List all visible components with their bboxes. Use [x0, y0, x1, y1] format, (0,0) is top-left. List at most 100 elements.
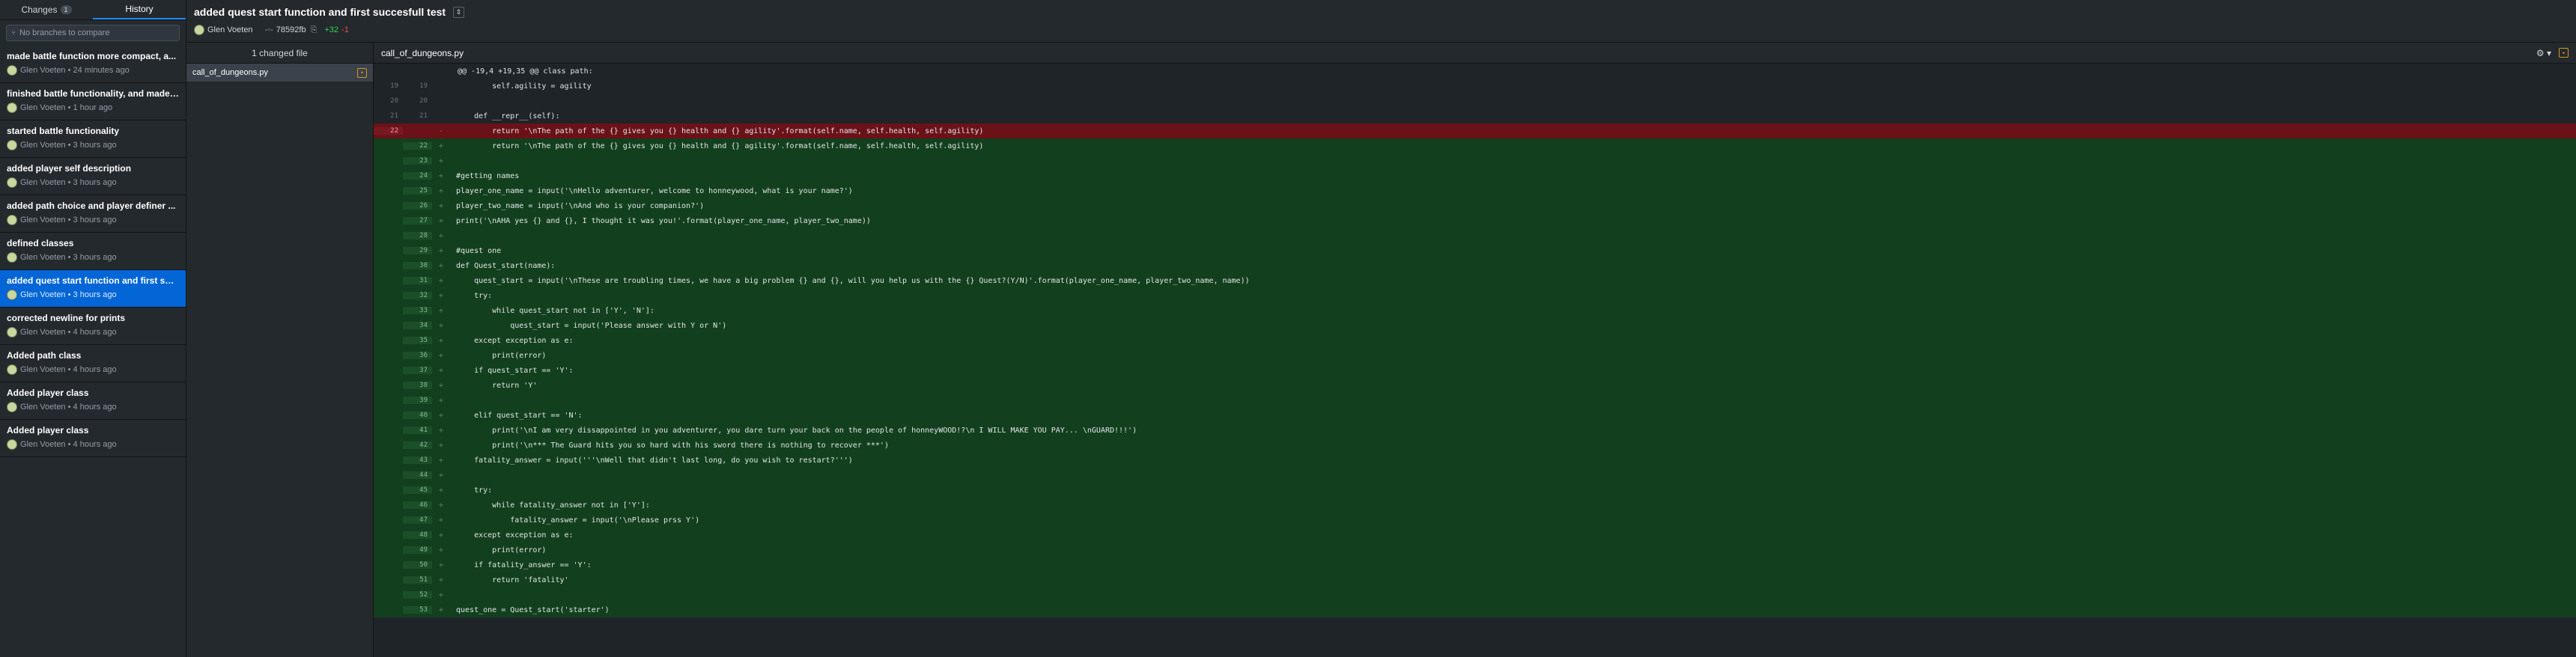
- commit-item-time: 3 hours ago: [73, 290, 117, 299]
- new-line-number: 21: [419, 112, 428, 120]
- new-line-number: 40: [403, 412, 432, 419]
- diff-line[interactable]: 49 + print(error): [374, 543, 2576, 557]
- commit-item-meta: Glen Voeten • 3 hours ago: [7, 290, 179, 300]
- diff-panel: call_of_dungeons.py ⚙ ▾ • @@ -19,4 +19,35…: [374, 43, 2576, 657]
- commit-item-time: 3 hours ago: [73, 253, 117, 262]
- diff-code: print('\nI am very dissappointed in you …: [456, 426, 1137, 435]
- diff-line[interactable]: 32 + try:: [374, 288, 2576, 303]
- commit-list-item[interactable]: Added path class Glen Voeten • 4 hours ag…: [0, 345, 186, 382]
- diff-line[interactable]: 42 + print('\n*** The Guard hits you so h…: [374, 438, 2576, 453]
- new-line-number: 50: [403, 561, 432, 569]
- commit-list-item[interactable]: Added player class Glen Voeten • 4 hours …: [0, 420, 186, 457]
- diff-line[interactable]: 30 + def Quest_start(name):: [374, 258, 2576, 273]
- diff-line[interactable]: 24 + #getting names: [374, 168, 2576, 183]
- diff-line[interactable]: 51 + return 'fatality': [374, 572, 2576, 587]
- diff-code: except exception as e:: [456, 531, 574, 540]
- diff-marker: +: [438, 456, 444, 465]
- tab-history[interactable]: History: [93, 0, 186, 19]
- commit-list-item[interactable]: added path choice and player definer ...…: [0, 195, 186, 233]
- branch-compare-input[interactable]: ⑂ No branches to compare: [6, 25, 180, 41]
- diff-code: def Quest_start(name):: [456, 261, 556, 270]
- tab-changes[interactable]: Changes 1: [0, 0, 93, 19]
- diff-line[interactable]: 52 +: [374, 587, 2576, 602]
- copy-icon[interactable]: ⎘: [311, 25, 318, 35]
- diff-line[interactable]: 45 + try:: [374, 483, 2576, 498]
- new-line-number: 29: [403, 247, 432, 254]
- commit-list-item[interactable]: added player self description Glen Voeten…: [0, 158, 186, 195]
- diff-line[interactable]: 23 +: [374, 153, 2576, 168]
- diff-line[interactable]: 22 + return '\nThe path of the {} gives y…: [374, 138, 2576, 153]
- diff-line[interactable]: 41 + print('\nI am very dissappointed in …: [374, 423, 2576, 438]
- diff-line[interactable]: 36 + print(error): [374, 348, 2576, 363]
- diff-line[interactable]: 46 + while fatality_answer not in ['Y']:: [374, 498, 2576, 513]
- diff-line[interactable]: 29 + #quest one: [374, 243, 2576, 258]
- diff-marker: +: [438, 186, 444, 195]
- commit-list-item[interactable]: Added player class Glen Voeten • 4 hours …: [0, 382, 186, 420]
- file-list-item[interactable]: call_of_dungeons.py •: [186, 64, 373, 82]
- diff-line[interactable]: 31 + quest_start = input('\nThese are tro…: [374, 273, 2576, 288]
- commit-item-time: 4 hours ago: [73, 440, 117, 449]
- diff-line[interactable]: 19 19 self.agility = agility: [374, 79, 2576, 94]
- diff-line[interactable]: 22 - return '\nThe path of the {} gives y…: [374, 123, 2576, 138]
- diff-code: print('\n*** The Guard hits you so hard …: [456, 441, 889, 450]
- diff-marker: +: [438, 501, 444, 510]
- github-desktop-window: Changes 1 History ⑂ No branches to compare…: [0, 0, 2576, 657]
- commit-list-item[interactable]: added quest start function and first suc…: [0, 270, 186, 308]
- diff-line[interactable]: 21 21 def __repr__(self):: [374, 109, 2576, 123]
- commit-item-title: defined classes: [7, 238, 74, 248]
- tab-history-label: History: [125, 4, 154, 14]
- sidebar-tabs: Changes 1 History: [0, 0, 186, 20]
- diff-line[interactable]: 34 + quest_start = input('Please answer w…: [374, 318, 2576, 333]
- avatar: [7, 177, 17, 188]
- diff-line[interactable]: 44 +: [374, 468, 2576, 483]
- diff-line[interactable]: 37 + if quest_start == 'Y':: [374, 363, 2576, 378]
- diff-line[interactable]: 25 + player_one_name = input('\nHello adve…: [374, 183, 2576, 198]
- diff-line[interactable]: 53 + quest_one = Quest_start('starter'): [374, 602, 2576, 617]
- diff-marker: +: [438, 231, 444, 240]
- diff-line[interactable]: 26 + player_two_name = input('\nAnd who is…: [374, 198, 2576, 213]
- diff-line[interactable]: 28 +: [374, 228, 2576, 243]
- commit-item-title: started battle functionality: [7, 126, 120, 136]
- commit-list-item[interactable]: made battle function more compact, a... G…: [0, 46, 186, 83]
- diff-line[interactable]: 40 + elif quest_start == 'N':: [374, 408, 2576, 423]
- diff-line[interactable]: @@ -19,4 +19,35 @@ class path:: [374, 64, 2576, 79]
- diff-code: return 'fatality': [456, 575, 569, 584]
- new-line-number: 41: [403, 427, 432, 434]
- diff-line[interactable]: 20 20: [374, 94, 2576, 109]
- diff-line[interactable]: 33 + while quest_start not in ['Y', 'N']:: [374, 303, 2576, 318]
- diff-marker: +: [438, 321, 444, 330]
- new-line-number: 19: [419, 82, 428, 90]
- diff-line[interactable]: 39 +: [374, 393, 2576, 408]
- old-line-number: 21: [390, 112, 398, 120]
- commit-item-title: finished battle functionality, and made …: [7, 88, 179, 99]
- gear-icon[interactable]: ⚙ ▾: [2536, 48, 2551, 58]
- file-modified-icon: •: [2559, 48, 2569, 58]
- diff-line[interactable]: 38 + return 'Y': [374, 378, 2576, 393]
- diff-code: print(error): [456, 351, 547, 360]
- commit-list-item[interactable]: finished battle functionality, and made …: [0, 83, 186, 120]
- tab-changes-label: Changes: [21, 4, 58, 15]
- diff-lines: @@ -19,4 +19,35 @@ class path: 19 19 self.…: [374, 64, 2576, 617]
- diff-line[interactable]: 43 + fatality_answer = input('''\nWell th…: [374, 453, 2576, 468]
- diff-line[interactable]: 50 + if fatality_answer == 'Y':: [374, 557, 2576, 572]
- old-line-number: 20: [390, 97, 398, 105]
- file-name: call_of_dungeons.py: [192, 68, 268, 77]
- commit-list-item[interactable]: defined classes Glen Voeten • 3 hours ago: [0, 233, 186, 270]
- diff-line[interactable]: 48 + except exception as e:: [374, 528, 2576, 543]
- diff-line[interactable]: 35 + except exception as e:: [374, 333, 2576, 348]
- commit-list-item[interactable]: corrected newline for prints Glen Voeten …: [0, 308, 186, 345]
- commit-list-item[interactable]: started battle functionality Glen Voeten …: [0, 120, 186, 158]
- commit-item-meta: Glen Voeten • 3 hours ago: [7, 140, 179, 150]
- diff-line[interactable]: 47 + fatality_answer = input('\nPlease pr…: [374, 513, 2576, 528]
- diff-marker: +: [438, 381, 444, 390]
- diff-marker: +: [438, 426, 444, 435]
- diff-line[interactable]: 27 + print('\nAHA yes {} and {}, I thought…: [374, 213, 2576, 228]
- expand-summary-icon[interactable]: ⇕: [453, 6, 465, 18]
- diff-code: if quest_start == 'Y':: [456, 366, 574, 375]
- additions-count: +32: [324, 25, 339, 34]
- diff-marker: +: [438, 261, 444, 270]
- diff-marker: -: [438, 126, 444, 135]
- new-line-number: 20: [419, 97, 428, 105]
- new-line-number: 36: [403, 352, 432, 359]
- commit-item-author: Glen Voeten: [20, 365, 66, 374]
